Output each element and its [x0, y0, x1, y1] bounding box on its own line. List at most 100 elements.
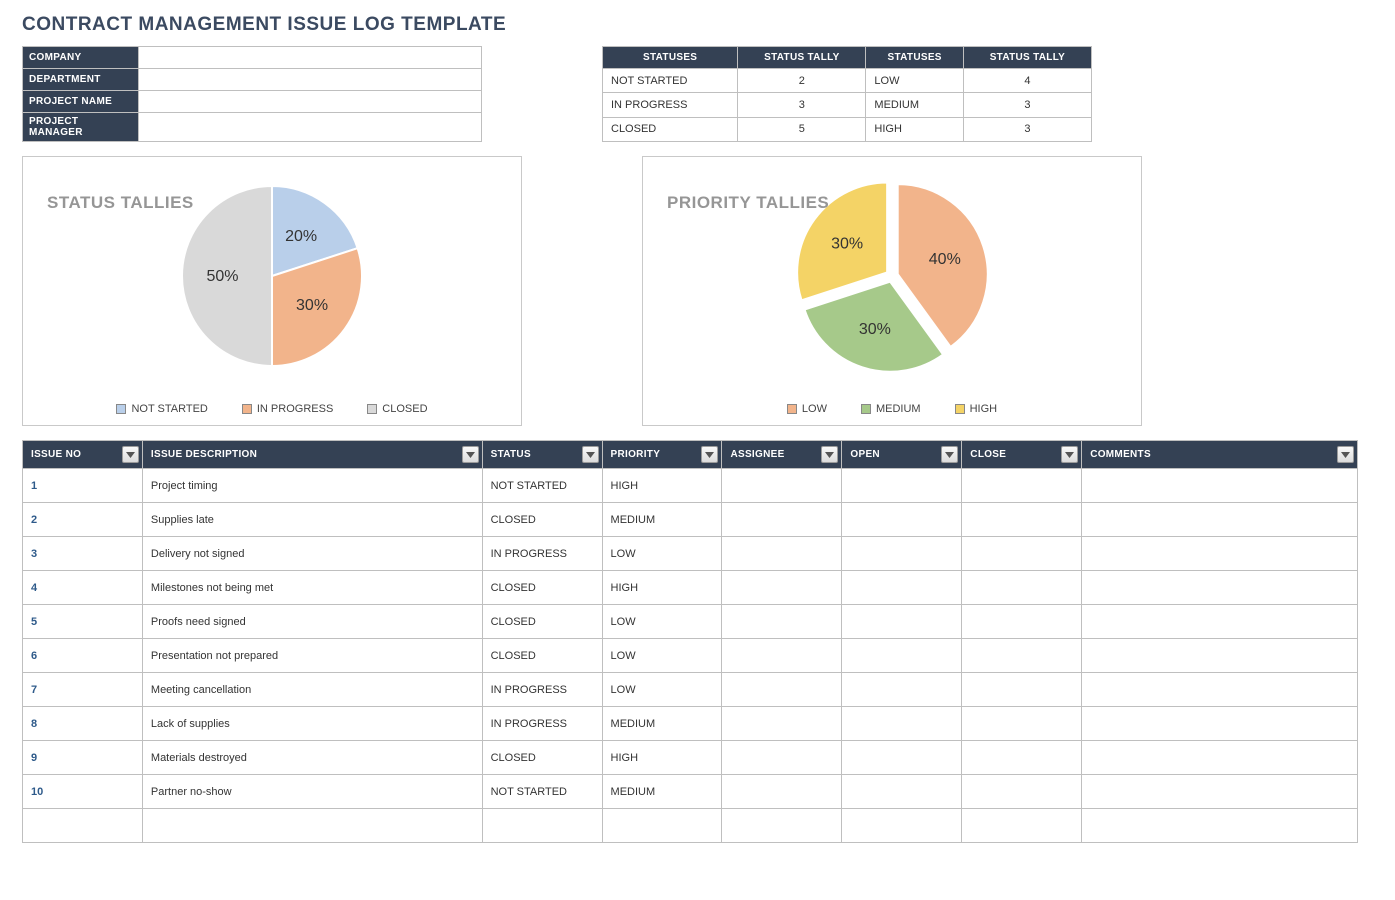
issue-cell[interactable]	[23, 809, 143, 843]
issue-cell[interactable]: Project timing	[142, 469, 482, 503]
issue-cell[interactable]: LOW	[602, 537, 722, 571]
filter-dropdown-icon[interactable]	[1337, 446, 1354, 463]
issue-cell[interactable]	[842, 537, 962, 571]
issue-cell[interactable]: 6	[23, 639, 143, 673]
issue-cell[interactable]	[962, 639, 1082, 673]
issue-cell[interactable]	[962, 809, 1082, 843]
issue-cell[interactable]: Proofs need signed	[142, 605, 482, 639]
issue-cell[interactable]	[962, 741, 1082, 775]
issue-cell[interactable]	[842, 707, 962, 741]
issue-cell[interactable]	[1082, 741, 1358, 775]
filter-dropdown-icon[interactable]	[701, 446, 718, 463]
issue-cell[interactable]	[962, 673, 1082, 707]
filter-dropdown-icon[interactable]	[122, 446, 139, 463]
issue-cell[interactable]: 5	[23, 605, 143, 639]
filter-dropdown-icon[interactable]	[941, 446, 958, 463]
issue-cell[interactable]: Meeting cancellation	[142, 673, 482, 707]
issue-cell[interactable]: MEDIUM	[602, 707, 722, 741]
filter-dropdown-icon[interactable]	[821, 446, 838, 463]
issue-cell[interactable]: LOW	[602, 605, 722, 639]
filter-dropdown-icon[interactable]	[582, 446, 599, 463]
issue-cell[interactable]	[722, 571, 842, 605]
issue-cell[interactable]	[722, 639, 842, 673]
meta-value-cell[interactable]	[139, 113, 482, 142]
issue-cell[interactable]: LOW	[602, 673, 722, 707]
issue-cell[interactable]	[602, 809, 722, 843]
issue-cell[interactable]	[842, 741, 962, 775]
meta-value-cell[interactable]	[139, 47, 482, 69]
issue-cell[interactable]: 1	[23, 469, 143, 503]
issue-cell[interactable]	[962, 469, 1082, 503]
meta-value-cell[interactable]	[139, 69, 482, 91]
filter-dropdown-icon[interactable]	[1061, 446, 1078, 463]
issue-cell[interactable]	[482, 809, 602, 843]
meta-value-cell[interactable]	[139, 91, 482, 113]
issue-cell[interactable]	[842, 639, 962, 673]
issue-cell[interactable]: Partner no-show	[142, 775, 482, 809]
issue-cell[interactable]: IN PROGRESS	[482, 673, 602, 707]
issue-cell[interactable]: HIGH	[602, 571, 722, 605]
issue-cell[interactable]	[1082, 537, 1358, 571]
issue-cell[interactable]: Materials destroyed	[142, 741, 482, 775]
issue-cell[interactable]: MEDIUM	[602, 503, 722, 537]
issue-cell[interactable]: CLOSED	[482, 605, 602, 639]
issue-cell[interactable]: 9	[23, 741, 143, 775]
issue-cell[interactable]	[842, 605, 962, 639]
issue-cell[interactable]: CLOSED	[482, 503, 602, 537]
issue-cell[interactable]	[722, 469, 842, 503]
issue-cell[interactable]: CLOSED	[482, 639, 602, 673]
issue-cell[interactable]: LOW	[602, 639, 722, 673]
issue-cell[interactable]: Lack of supplies	[142, 707, 482, 741]
issue-cell[interactable]	[722, 605, 842, 639]
issue-cell[interactable]	[842, 775, 962, 809]
issue-cell[interactable]	[1082, 571, 1358, 605]
issue-cell[interactable]: Presentation not prepared	[142, 639, 482, 673]
issue-cell[interactable]	[1082, 809, 1358, 843]
issue-cell[interactable]	[1082, 707, 1358, 741]
issue-cell[interactable]: Delivery not signed	[142, 537, 482, 571]
issue-cell[interactable]	[962, 537, 1082, 571]
issue-cell[interactable]	[1082, 605, 1358, 639]
issue-cell[interactable]	[842, 673, 962, 707]
issue-cell[interactable]	[842, 809, 962, 843]
issue-cell[interactable]	[962, 571, 1082, 605]
issue-cell[interactable]: IN PROGRESS	[482, 537, 602, 571]
issue-cell[interactable]	[1082, 775, 1358, 809]
filter-dropdown-icon[interactable]	[462, 446, 479, 463]
issue-cell[interactable]: IN PROGRESS	[482, 707, 602, 741]
issue-cell[interactable]: CLOSED	[482, 571, 602, 605]
issue-cell[interactable]: 2	[23, 503, 143, 537]
issue-cell[interactable]	[722, 673, 842, 707]
issue-cell[interactable]: Milestones not being met	[142, 571, 482, 605]
issue-cell[interactable]	[722, 503, 842, 537]
issue-cell[interactable]	[722, 741, 842, 775]
issue-cell[interactable]: 8	[23, 707, 143, 741]
issue-cell[interactable]	[722, 809, 842, 843]
issue-cell[interactable]	[962, 605, 1082, 639]
issue-cell[interactable]: 4	[23, 571, 143, 605]
issue-cell[interactable]	[842, 503, 962, 537]
issue-cell[interactable]: MEDIUM	[602, 775, 722, 809]
issue-cell[interactable]: HIGH	[602, 469, 722, 503]
issue-cell[interactable]	[962, 503, 1082, 537]
issue-cell[interactable]	[1082, 503, 1358, 537]
issue-cell[interactable]	[842, 571, 962, 605]
issue-cell[interactable]	[142, 809, 482, 843]
issue-cell[interactable]: HIGH	[602, 741, 722, 775]
issue-cell[interactable]	[1082, 639, 1358, 673]
issue-cell[interactable]	[1082, 673, 1358, 707]
issue-cell[interactable]	[962, 775, 1082, 809]
issue-cell[interactable]: 3	[23, 537, 143, 571]
issue-cell[interactable]	[722, 707, 842, 741]
issue-cell[interactable]	[842, 469, 962, 503]
issue-cell[interactable]: Supplies late	[142, 503, 482, 537]
issue-cell[interactable]: 7	[23, 673, 143, 707]
issue-cell[interactable]: NOT STARTED	[482, 469, 602, 503]
issue-cell[interactable]: NOT STARTED	[482, 775, 602, 809]
issue-cell[interactable]: 10	[23, 775, 143, 809]
issue-cell[interactable]	[722, 775, 842, 809]
issue-cell[interactable]	[722, 537, 842, 571]
issue-cell[interactable]	[962, 707, 1082, 741]
issue-cell[interactable]: CLOSED	[482, 741, 602, 775]
issue-cell[interactable]	[1082, 469, 1358, 503]
